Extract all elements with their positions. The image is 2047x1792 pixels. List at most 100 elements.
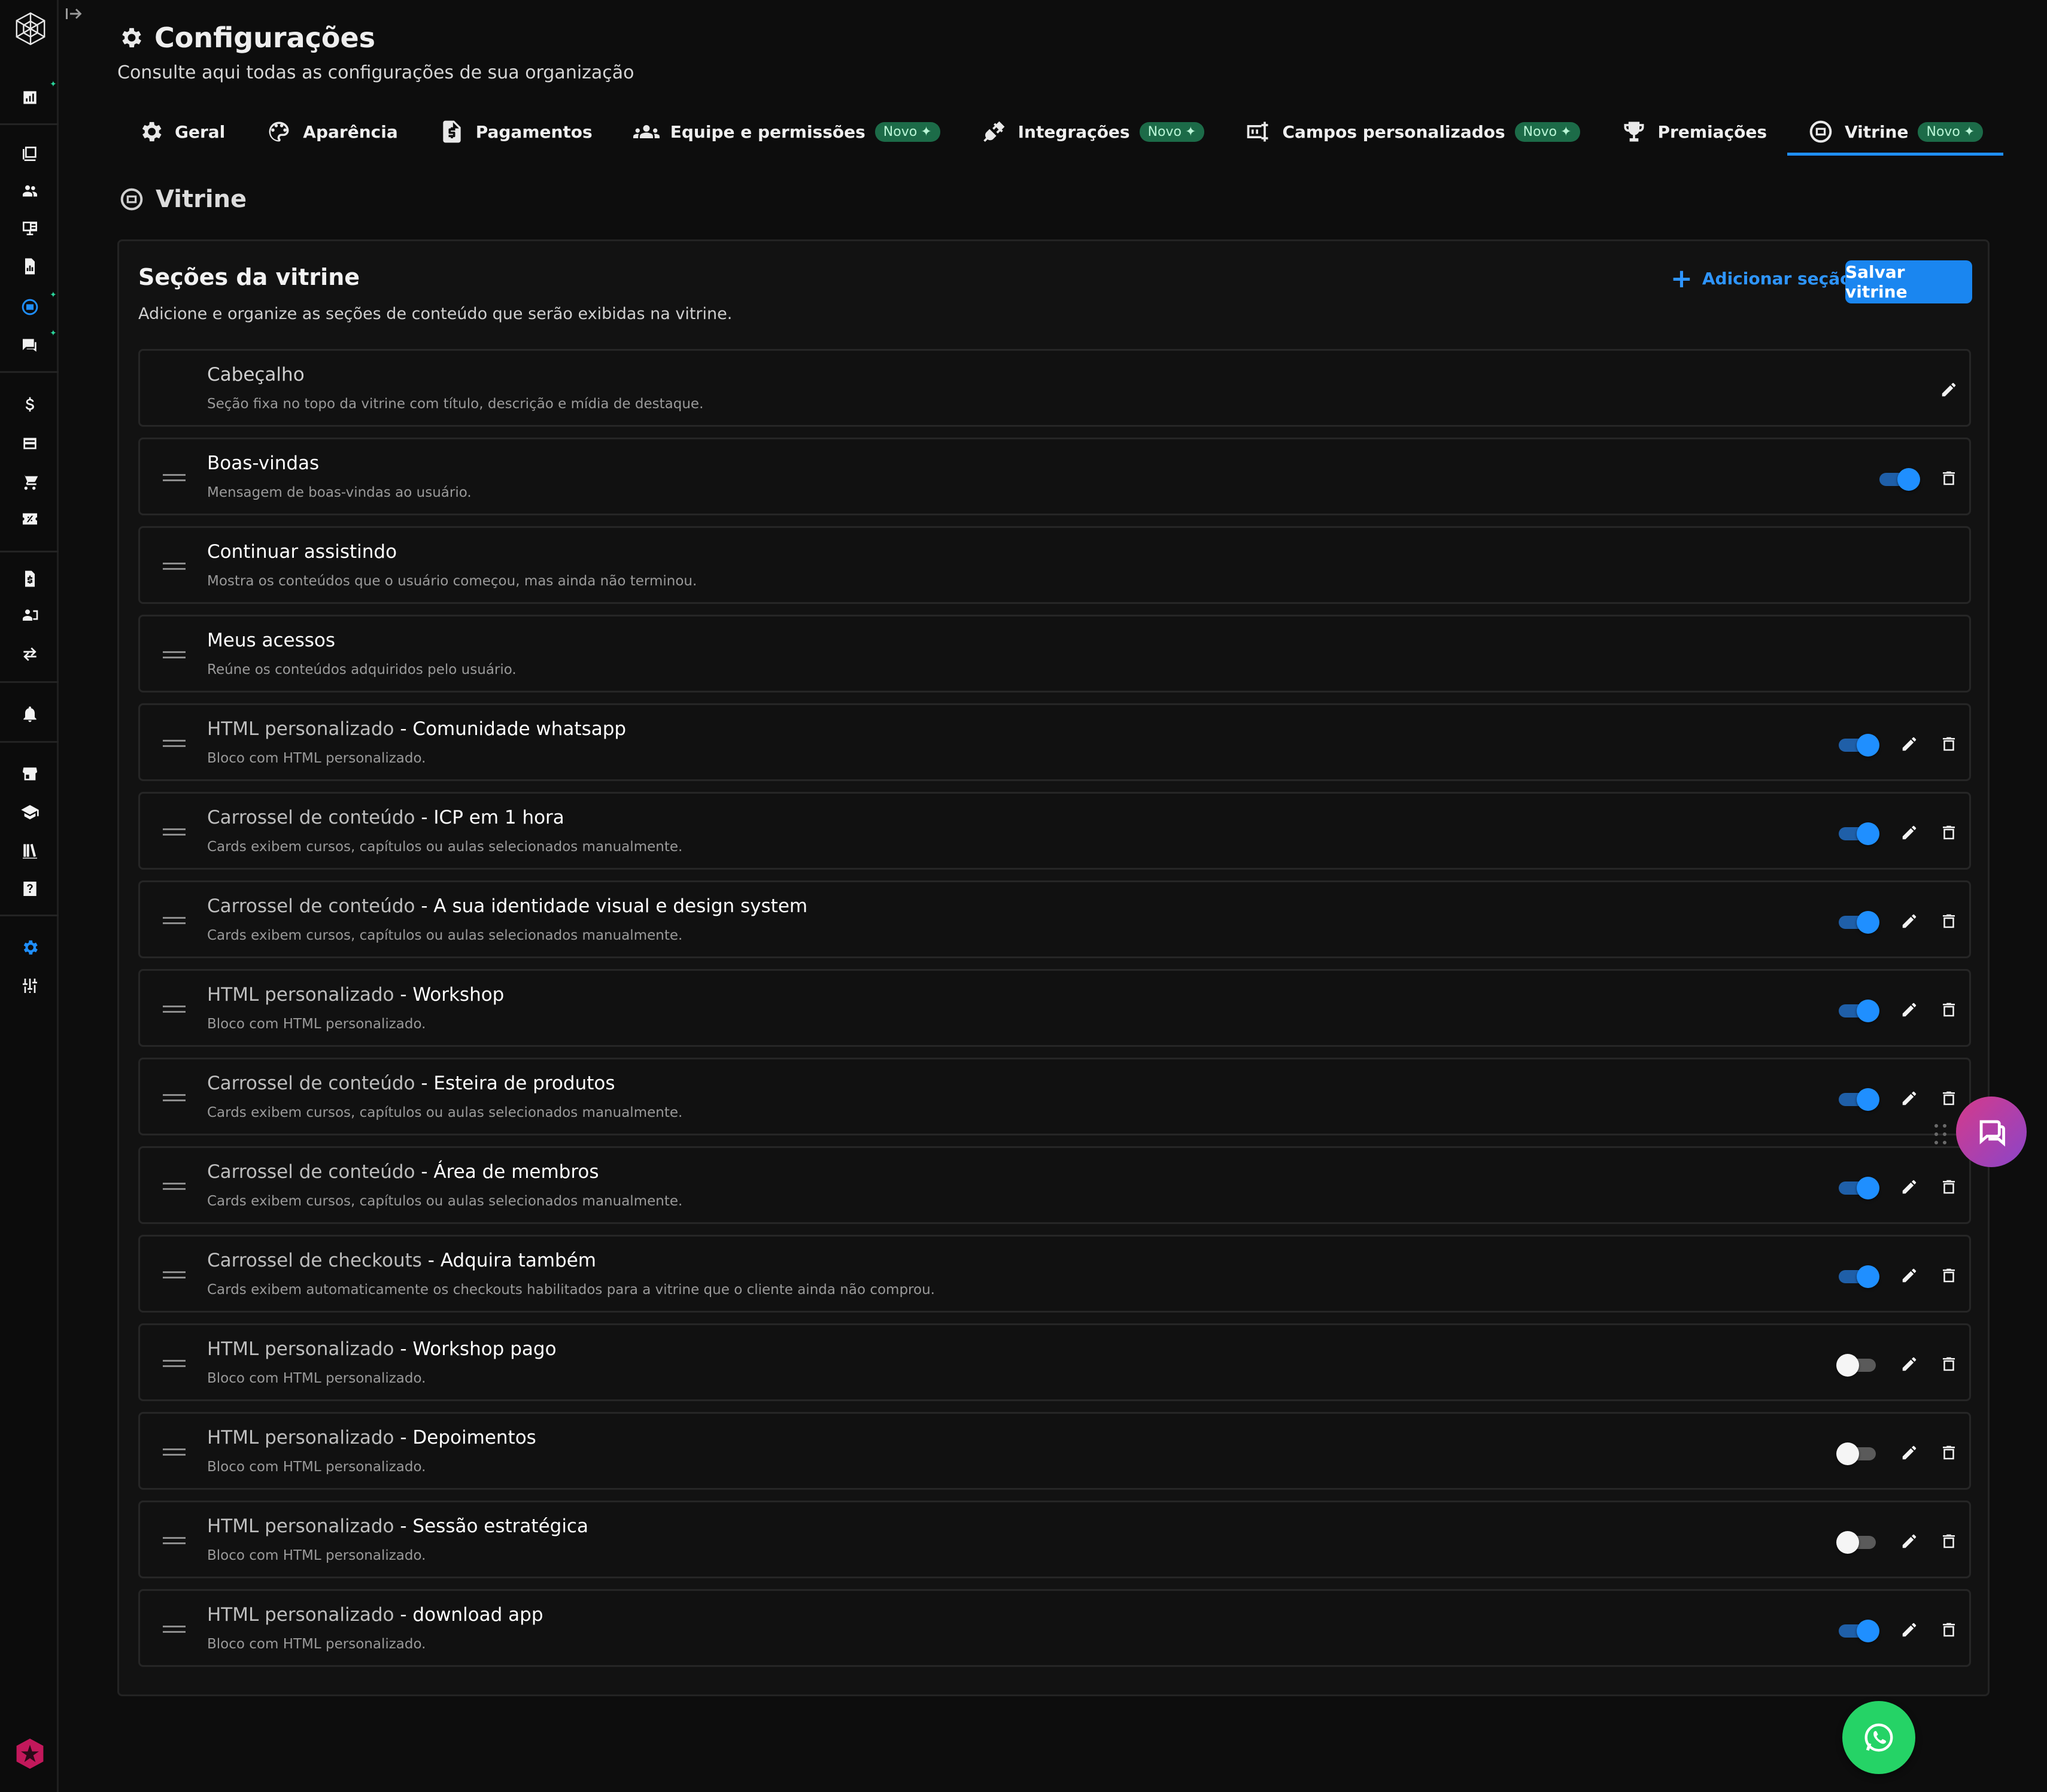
delete-icon[interactable]: [1938, 822, 1960, 843]
section-row[interactable]: HTML personalizado - download app Bloco c…: [138, 1589, 1971, 1667]
whatsapp-button[interactable]: [1842, 1701, 1915, 1774]
section-row[interactable]: HTML personalizado - Depoimentos Bloco co…: [138, 1412, 1971, 1490]
tab-campos-personalizados[interactable]: Campos personalizados Novo ✦: [1225, 108, 1600, 156]
drag-handle-icon[interactable]: [163, 563, 186, 570]
showcase-icon[interactable]: [20, 297, 40, 317]
visibility-toggle[interactable]: [1836, 1620, 1879, 1642]
tab-equipe[interactable]: Equipe e permissões Novo ✦: [613, 108, 961, 156]
drag-handle-icon[interactable]: [163, 474, 186, 481]
section-row[interactable]: Carrossel de conteúdo - Área de membros C…: [138, 1146, 1971, 1224]
invoice-icon[interactable]: [20, 569, 40, 589]
drag-handle-icon[interactable]: [163, 651, 186, 658]
visibility-toggle[interactable]: [1836, 822, 1879, 845]
delete-icon[interactable]: [1938, 1442, 1960, 1463]
delete-icon[interactable]: [1938, 1619, 1960, 1641]
edit-icon[interactable]: [1899, 733, 1920, 755]
library-icon[interactable]: [20, 144, 40, 164]
dollar-icon[interactable]: [20, 395, 40, 415]
drag-handle-icon[interactable]: [163, 1360, 186, 1367]
section-row[interactable]: Cabeçalho Seção fixa no topo da vitrine c…: [138, 349, 1971, 427]
member-id-icon[interactable]: [20, 606, 40, 626]
delete-icon[interactable]: [1938, 1265, 1960, 1286]
store-icon[interactable]: [20, 764, 40, 784]
visibility-toggle[interactable]: [1836, 1531, 1878, 1554]
visibility-toggle[interactable]: [1836, 1265, 1879, 1288]
section-row[interactable]: HTML personalizado - Comunidade whatsapp…: [138, 703, 1971, 781]
visibility-toggle[interactable]: [1877, 468, 1920, 491]
tab-integracoes[interactable]: Integrações Novo ✦: [961, 108, 1225, 156]
bell-icon[interactable]: [20, 704, 40, 724]
section-row[interactable]: HTML personalizado - Workshop Bloco com H…: [138, 969, 1971, 1047]
visibility-toggle[interactable]: [1836, 911, 1879, 934]
document-chart-icon[interactable]: [20, 256, 40, 277]
drag-handle-icon[interactable]: [163, 917, 186, 924]
chat-support-button[interactable]: [1956, 1097, 2027, 1167]
delete-icon[interactable]: [1938, 1353, 1960, 1375]
save-showcase-button[interactable]: Salvar vitrine: [1845, 260, 1972, 303]
users-icon[interactable]: [20, 181, 40, 201]
drag-handle-icon[interactable]: [163, 740, 186, 747]
tab-pagamentos[interactable]: Pagamentos: [418, 108, 613, 156]
tab-aparencia[interactable]: Aparência: [245, 108, 418, 156]
section-row[interactable]: Carrossel de checkouts - Adquira também C…: [138, 1235, 1971, 1313]
section-row[interactable]: Meus acessos Reúne os conteúdos adquirido…: [138, 615, 1971, 692]
edit-icon[interactable]: [1899, 999, 1920, 1020]
brand-logo-icon[interactable]: [13, 1736, 47, 1772]
edit-icon[interactable]: [1899, 1530, 1920, 1552]
section-row[interactable]: Carrossel de conteúdo - Esteira de produ…: [138, 1058, 1971, 1135]
visibility-toggle[interactable]: [1836, 1442, 1878, 1465]
coupon-icon[interactable]: [20, 509, 40, 529]
edit-icon[interactable]: [1899, 910, 1920, 932]
section-row[interactable]: Continuar assistindo Mostra os conteúdos …: [138, 526, 1971, 604]
drag-handle-icon[interactable]: [163, 1006, 186, 1013]
collapse-sidebar-icon[interactable]: [65, 5, 84, 23]
tab-premiacoes[interactable]: Premiações: [1600, 108, 1787, 156]
help-icon[interactable]: [20, 879, 40, 899]
edit-icon[interactable]: [1899, 1088, 1920, 1109]
reports-icon[interactable]: [20, 218, 40, 238]
drag-handle-icon[interactable]: [163, 1448, 186, 1456]
drag-handle-icon[interactable]: [1934, 1124, 1949, 1147]
edit-icon[interactable]: [1899, 1176, 1920, 1198]
section-row[interactable]: Carrossel de conteúdo - ICP em 1 hora Car…: [138, 792, 1971, 870]
drag-handle-icon[interactable]: [163, 1183, 186, 1190]
delete-icon[interactable]: [1938, 999, 1960, 1020]
edit-icon[interactable]: [1938, 379, 1960, 400]
drag-handle-icon[interactable]: [163, 1271, 186, 1278]
cart-icon[interactable]: [20, 472, 40, 492]
section-row[interactable]: HTML personalizado - Workshop pago Bloco …: [138, 1323, 1971, 1401]
section-row[interactable]: HTML personalizado - Sessão estratégica B…: [138, 1501, 1971, 1578]
edit-icon[interactable]: [1899, 1619, 1920, 1641]
app-logo-icon[interactable]: [13, 11, 48, 47]
edit-icon[interactable]: [1899, 1353, 1920, 1375]
delete-icon[interactable]: [1938, 1176, 1960, 1198]
drag-handle-icon[interactable]: [163, 828, 186, 836]
visibility-toggle[interactable]: [1836, 734, 1879, 757]
delete-icon[interactable]: [1938, 1530, 1960, 1552]
drag-handle-icon[interactable]: [163, 1537, 186, 1544]
section-row[interactable]: Carrossel de conteúdo - A sua identidade…: [138, 880, 1971, 958]
delete-icon[interactable]: [1938, 1088, 1960, 1109]
visibility-toggle[interactable]: [1836, 1354, 1878, 1377]
edit-icon[interactable]: [1899, 822, 1920, 843]
transfer-icon[interactable]: [20, 644, 40, 664]
section-row[interactable]: Boas-vindas Mensagem de boas-vindas ao us…: [138, 438, 1971, 515]
edit-icon[interactable]: [1899, 1442, 1920, 1463]
comments-icon[interactable]: [20, 335, 40, 356]
drag-handle-icon[interactable]: [163, 1626, 186, 1633]
settings-icon[interactable]: [20, 937, 40, 958]
dashboard-icon[interactable]: [20, 87, 40, 108]
edit-icon[interactable]: [1899, 1265, 1920, 1286]
visibility-toggle[interactable]: [1836, 1177, 1879, 1199]
books-icon[interactable]: [20, 840, 40, 861]
delete-icon[interactable]: [1938, 467, 1960, 489]
wallet-icon[interactable]: [20, 433, 40, 454]
tab-vitrine[interactable]: Vitrine Novo ✦: [1787, 108, 2004, 156]
visibility-toggle[interactable]: [1836, 1088, 1879, 1111]
sliders-icon[interactable]: [20, 976, 40, 996]
drag-handle-icon[interactable]: [163, 1094, 186, 1101]
tab-geral[interactable]: Geral: [117, 108, 245, 156]
add-section-button[interactable]: + Adicionar seção: [1671, 265, 1851, 291]
delete-icon[interactable]: [1938, 910, 1960, 932]
graduation-icon[interactable]: [20, 802, 40, 822]
